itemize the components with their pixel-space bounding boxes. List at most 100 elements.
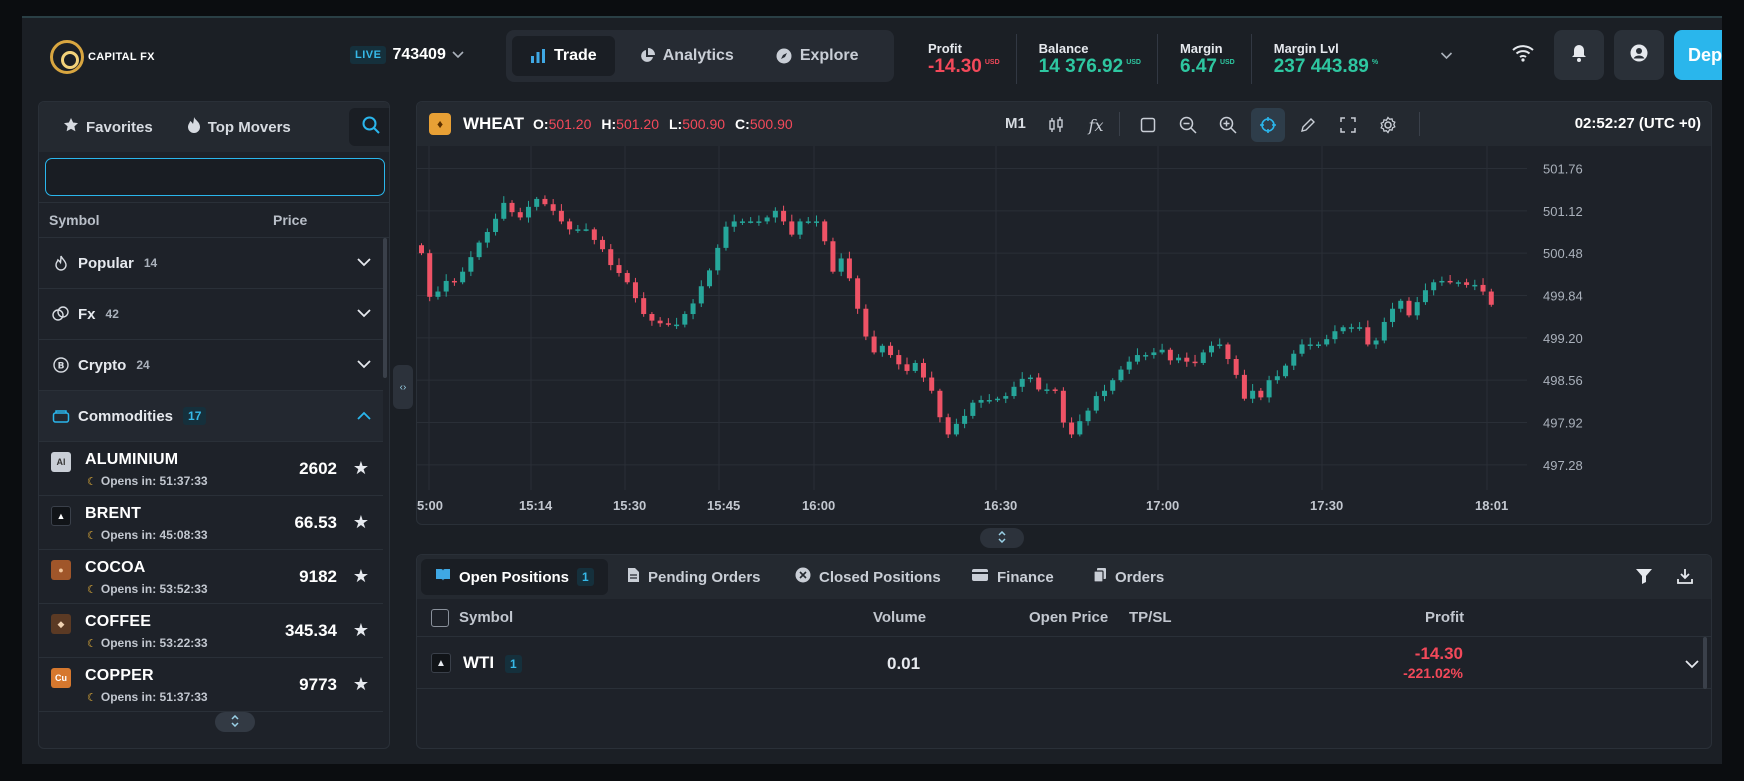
symbol-row[interactable]: ▲ BRENT ☾ Opens in: 45:08:33 66.53 ★ [39,496,383,550]
fullscreen-icon[interactable] [1331,108,1365,142]
copper-icon: Cu [51,668,71,688]
symbol-row[interactable]: Cu COPPER ☾ Opens in: 51:37:33 9773 ★ [39,658,383,712]
category-crypto[interactable]: B Crypto 24 [39,340,383,391]
candle-body [1069,422,1075,435]
search-toggle-button[interactable] [349,108,389,146]
profile-button[interactable] [1614,30,1664,80]
stat-unit: USD [1126,58,1141,66]
chart-symbol[interactable]: WHEAT [463,114,524,134]
zoom-out-icon[interactable] [1171,108,1205,142]
deposit-button[interactable]: Deposit [1674,30,1722,80]
tab-favorites[interactable]: Favorites [63,117,153,137]
list-scroll-toggle-button[interactable] [215,712,255,732]
column-price: Price [273,212,308,228]
symbol-row[interactable]: ◆ COFFEE ☾ Opens in: 53:22:33 345.34 ★ [39,604,383,658]
positions-scrollbar[interactable] [1703,637,1707,689]
chevron-down-icon [357,254,371,271]
rectangle-tool-icon[interactable] [1131,108,1165,142]
document-icon [627,567,640,587]
coffee-icon: ◆ [51,614,71,634]
select-all-checkbox[interactable] [431,609,449,627]
candle-body [1299,344,1305,354]
ohlc-label: C: [735,116,750,132]
candle-body [501,202,507,219]
ohlc-open: 501.20 [548,116,592,132]
x-tick-label: 17:30 [1310,498,1343,513]
notifications-button[interactable] [1554,30,1604,80]
tab-top-movers[interactable]: Top Movers [187,117,291,137]
x-tick-label: 15:30 [613,498,646,513]
filter-icon[interactable] [1635,568,1653,588]
candle-body [1011,386,1017,397]
tab-label: Pending Orders [648,568,761,586]
nav-trade[interactable]: Trade [512,36,615,76]
x-tick-label: 15:14 [519,498,553,513]
nav-explore[interactable]: Explore [758,36,877,76]
candle-body [1102,390,1108,397]
category-fx[interactable]: Fx 42 [39,289,383,340]
flame-icon [187,117,201,137]
candles-type-icon[interactable] [1039,108,1073,142]
live-badge: LIVE [350,46,387,64]
favorite-star-icon[interactable]: ★ [353,567,369,585]
stat-value: 6.47 USD [1180,56,1235,78]
account-selector[interactable]: LIVE 743409 [350,46,464,64]
tab-finance[interactable]: Finance [957,559,1068,595]
panel-resize-handle[interactable]: ‹› [393,365,413,409]
y-tick-label: 497.92 [1543,416,1583,431]
stat-number: 237 443.89 [1273,55,1369,77]
stats-expand-chevron-icon[interactable] [1440,48,1453,63]
symbol-search-input[interactable] [45,158,385,196]
symbol-row[interactable]: Al ALUMINIUM ☾ Opens in: 51:37:33 2602 ★ [39,442,383,496]
chevron-down-icon[interactable] [1685,656,1699,673]
crosshair-icon[interactable] [1251,108,1285,142]
candle-body [657,320,663,324]
tab-label: Open Positions [459,568,570,586]
tab-orders[interactable]: Orders [1079,559,1178,595]
candle-body [715,247,721,271]
timeframe-selector[interactable]: M1 [1005,115,1026,132]
category-name: Popular [78,254,134,272]
price-chart[interactable]: 501.76 501.12 500.48 499.84 499.20 498.56 497.… [417,146,1712,525]
download-icon[interactable] [1677,568,1693,588]
favorite-star-icon[interactable]: ★ [353,675,369,693]
candle-body [1283,365,1289,377]
moon-icon: ☾ [87,529,97,542]
moon-icon: ☾ [87,637,97,650]
tab-closed-positions[interactable]: Closed Positions [781,559,955,595]
candle-body [1422,290,1428,303]
candle-body [953,423,959,435]
pencil-icon[interactable] [1291,108,1325,142]
symbols-tabs: Favorites Top Movers [39,102,389,152]
tab-pending-orders[interactable]: Pending Orders [613,559,775,595]
tab-label: Orders [1115,568,1165,586]
favorite-star-icon[interactable]: ★ [353,621,369,639]
stat-number: -14.30 [928,55,982,77]
candle-body [649,314,655,321]
symbols-scrollbar[interactable] [383,238,387,378]
symbol-price: 66.53 [294,513,337,532]
favorite-star-icon[interactable]: ★ [353,513,369,531]
gear-icon[interactable] [1371,108,1405,142]
candle-body [1365,327,1371,345]
candle-body [1266,380,1272,398]
tab-open-positions[interactable]: Open Positions 1 [421,559,608,595]
symbols-panel: Favorites Top Movers Symbol Price Popula… [38,101,390,749]
category-commodities[interactable]: Commodities 17 [39,391,383,442]
chart-resize-handle[interactable] [980,528,1024,548]
position-count: 1 [505,655,522,673]
favorite-star-icon[interactable]: ★ [353,459,369,477]
category-popular[interactable]: Popular 14 [39,238,383,289]
logo[interactable]: CAPITAL FX [50,40,155,74]
nav-analytics[interactable]: Analytics [621,36,752,76]
wti-icon: ▲ [431,653,451,673]
symbol-row[interactable]: ● COCOA ☾ Opens in: 53:52:33 9182 ★ [39,550,383,604]
stat-label: Margin [1179,40,1223,56]
position-row[interactable]: ▲ WTI 1 0.01 -14.30 -221.02% [417,637,1711,689]
candle-body [756,221,762,223]
indicators-fx-icon[interactable]: fx [1079,108,1113,142]
zoom-in-icon[interactable] [1211,108,1245,142]
category-count: 17 [183,407,207,425]
candle-body [1134,355,1140,362]
positions-panel: Open Positions 1 Pending Orders Closed P… [416,554,1712,749]
